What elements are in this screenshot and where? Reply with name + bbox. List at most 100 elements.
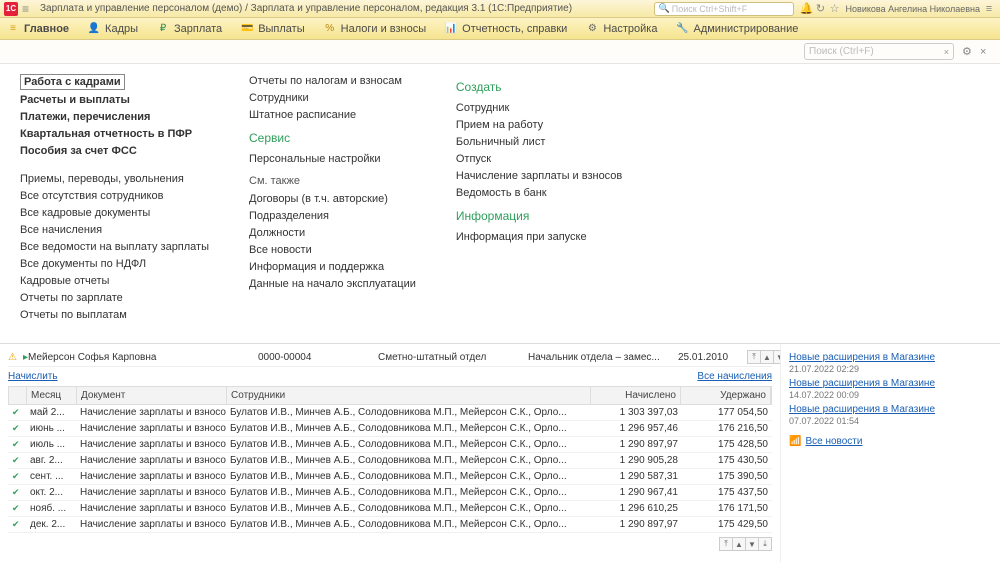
menu-Выплаты[interactable]: 💳Выплаты <box>240 22 304 36</box>
user-menu-icon[interactable]: ≡ <box>982 3 996 15</box>
news-link[interactable]: Новые расширения в Магазине <box>789 352 992 363</box>
gear-icon[interactable]: ⚙ <box>962 45 976 58</box>
th-doc[interactable]: Документ <box>77 387 227 404</box>
nav-link[interactable]: Сотрудник <box>456 101 622 115</box>
nav-link[interactable]: Информация и поддержка <box>249 260 416 274</box>
cell-acc: 1 290 897,97 <box>592 437 682 452</box>
nav-down-icon[interactable]: ▼ <box>745 537 759 551</box>
cell-month: июнь ... <box>26 421 76 436</box>
nav-link[interactable]: Работа с кадрами <box>20 74 125 90</box>
nav-link[interactable]: Ведомость в банк <box>456 186 622 200</box>
history-icon[interactable]: ↻ <box>814 2 828 15</box>
nav-link[interactable]: Подразделения <box>249 209 416 223</box>
nav-link[interactable]: Отчеты по налогам и взносам <box>249 74 416 88</box>
cell-month: нояб. ... <box>26 501 76 516</box>
sub-toolbar: Поиск (Ctrl+F) × ⚙ × <box>0 40 1000 64</box>
nav-link[interactable]: Больничный лист <box>456 135 622 149</box>
row-icon: ✔ <box>12 439 20 449</box>
nav-link[interactable]: Отчеты по выплатам <box>20 308 209 322</box>
th-acc[interactable]: Начислено <box>591 387 681 404</box>
menu-Налоги и взносы[interactable]: %Налоги и взносы <box>323 22 427 36</box>
nav-link[interactable]: Расчеты и выплаты <box>20 93 209 107</box>
table-row[interactable]: ✔дек. 2...Начисление зарплаты и взносовБ… <box>8 517 772 533</box>
nav-up-icon[interactable]: ▲ <box>732 537 746 551</box>
nav-up-icon[interactable]: ▲ <box>760 350 774 364</box>
menu-Настройка[interactable]: ⚙Настройка <box>585 22 657 36</box>
panel-search[interactable]: Поиск (Ctrl+F) × <box>804 43 954 60</box>
hamburger-icon[interactable]: ≡ <box>22 2 36 16</box>
menu-Зарплата[interactable]: ₽Зарплата <box>156 22 222 36</box>
table-row[interactable]: ✔сент. ...Начисление зарплаты и взносовБ… <box>8 469 772 485</box>
table-row[interactable]: ✔нояб. ...Начисление зарплаты и взносовБ… <box>8 501 772 517</box>
nav-last-icon[interactable]: ⤓ <box>758 537 772 551</box>
nav-link[interactable]: Кадровые отчеты <box>20 274 209 288</box>
nav-link[interactable]: Должности <box>249 226 416 240</box>
th-emp[interactable]: Сотрудники <box>227 387 591 404</box>
user-name[interactable]: Новикова Ангелина Николаевна <box>846 4 980 14</box>
menu-label: Зарплата <box>174 23 222 35</box>
nav-link[interactable]: Все документы по НДФЛ <box>20 257 209 271</box>
menu-Главное[interactable]: ≡Главное <box>6 22 69 36</box>
nav-link[interactable]: Приемы, переводы, увольнения <box>20 172 209 186</box>
all-acc-link[interactable]: Все начисления <box>697 371 772 382</box>
nav-link[interactable]: Сотрудники <box>249 91 416 105</box>
nav-link[interactable]: Все кадровые документы <box>20 206 209 220</box>
news-sidebar: Новые расширения в Магазине21.07.2022 02… <box>780 344 1000 562</box>
nav-link[interactable]: Прием на работу <box>456 118 622 132</box>
nav-link[interactable]: Все отсутствия сотрудников <box>20 189 209 203</box>
news-link[interactable]: Новые расширения в Магазине <box>789 378 992 389</box>
table-row[interactable]: ✔июнь ...Начисление зарплаты и взносовБу… <box>8 421 772 437</box>
clear-icon[interactable]: × <box>944 47 949 57</box>
cell-ded: 176 216,50 <box>682 421 772 436</box>
th-month[interactable]: Месяц <box>27 387 77 404</box>
cell-doc: Начисление зарплаты и взносов <box>76 469 226 484</box>
nav-link[interactable]: Персональные настройки <box>249 152 416 166</box>
nav-first-icon[interactable]: ⤒ <box>719 537 733 551</box>
menu-Отчетность, справки[interactable]: 📊Отчетность, справки <box>444 22 567 36</box>
cell-ded: 175 429,50 <box>682 517 772 532</box>
nav-link[interactable]: Отчеты по зарплате <box>20 291 209 305</box>
th-ded[interactable]: Удержано <box>681 387 771 404</box>
news-link[interactable]: Новые расширения в Магазине <box>789 404 992 415</box>
calc-link[interactable]: Начислить <box>8 371 58 382</box>
nav-link[interactable]: Пособия за счет ФСС <box>20 144 209 158</box>
nav-down-icon[interactable]: ▼ <box>773 350 780 364</box>
nav-col-1: Работа с кадрами Расчеты и выплаты Платежи… <box>20 74 209 333</box>
menu-Администрирование[interactable]: 🔧Администрирование <box>675 22 798 36</box>
nav-link[interactable]: Отпуск <box>456 152 622 166</box>
cell-emp: Булатов И.В., Минчев А.Б., Солодовникова… <box>226 517 592 532</box>
nav-link[interactable]: Все новости <box>249 243 416 257</box>
table-row[interactable]: ✔май 2...Начисление зарплаты и взносовБу… <box>8 405 772 421</box>
row-icon: ✔ <box>12 407 20 417</box>
nav-link[interactable]: Штатное расписание <box>249 108 416 122</box>
bell-icon[interactable]: 🔔 <box>800 2 814 15</box>
menu-icon: % <box>323 22 337 36</box>
nav-link[interactable]: Квартальная отчетность в ПФР <box>20 127 209 141</box>
nav-link[interactable]: Данные на начало эксплуатации <box>249 277 416 291</box>
nav-link[interactable]: Все начисления <box>20 223 209 237</box>
nav-link[interactable]: Все ведомости на выплату зарплаты <box>20 240 209 254</box>
news-date: 07.07.2022 01:54 <box>789 416 992 426</box>
nav-link[interactable]: Договоры (в т.ч. авторские) <box>249 192 416 206</box>
star-icon[interactable]: ☆ <box>828 2 842 15</box>
nav-link[interactable]: Начисление зарплаты и взносов <box>456 169 622 183</box>
close-icon[interactable]: × <box>980 46 994 58</box>
table-row[interactable]: ✔июль ...Начисление зарплаты и взносовБу… <box>8 437 772 453</box>
menu-Кадры[interactable]: 👤Кадры <box>87 22 138 36</box>
nav-link[interactable]: Платежи, перечисления <box>20 110 209 124</box>
table-row[interactable]: ✔авг. 2...Начисление зарплаты и взносовБ… <box>8 453 772 469</box>
all-news-link[interactable]: Все новости <box>805 436 862 447</box>
cell-doc: Начисление зарплаты и взносов <box>76 485 226 500</box>
nav-first-icon[interactable]: ⤒ <box>747 350 761 364</box>
cell-acc: 1 290 587,31 <box>592 469 682 484</box>
emp-dept: Сметно-штатный отдел <box>378 352 528 363</box>
cell-emp: Булатов И.В., Минчев А.Б., Солодовникова… <box>226 501 592 516</box>
cell-doc: Начисление зарплаты и взносов <box>76 437 226 452</box>
table-nav-bottom: ⤒ ▲ ▼ ⤓ <box>8 537 772 551</box>
global-search[interactable]: 🔍 Поиск Ctrl+Shift+F <box>654 2 794 16</box>
link-row: Начислить Все начисления <box>8 367 772 386</box>
nav-link[interactable]: Информация при запуске <box>456 230 622 244</box>
employee-row[interactable]: ⚠ ▸ Мейерсон Софья Карповна 0000-00004 С… <box>8 348 772 367</box>
cell-emp: Булатов И.В., Минчев А.Б., Солодовникова… <box>226 485 592 500</box>
table-row[interactable]: ✔окт. 2...Начисление зарплаты и взносовБ… <box>8 485 772 501</box>
